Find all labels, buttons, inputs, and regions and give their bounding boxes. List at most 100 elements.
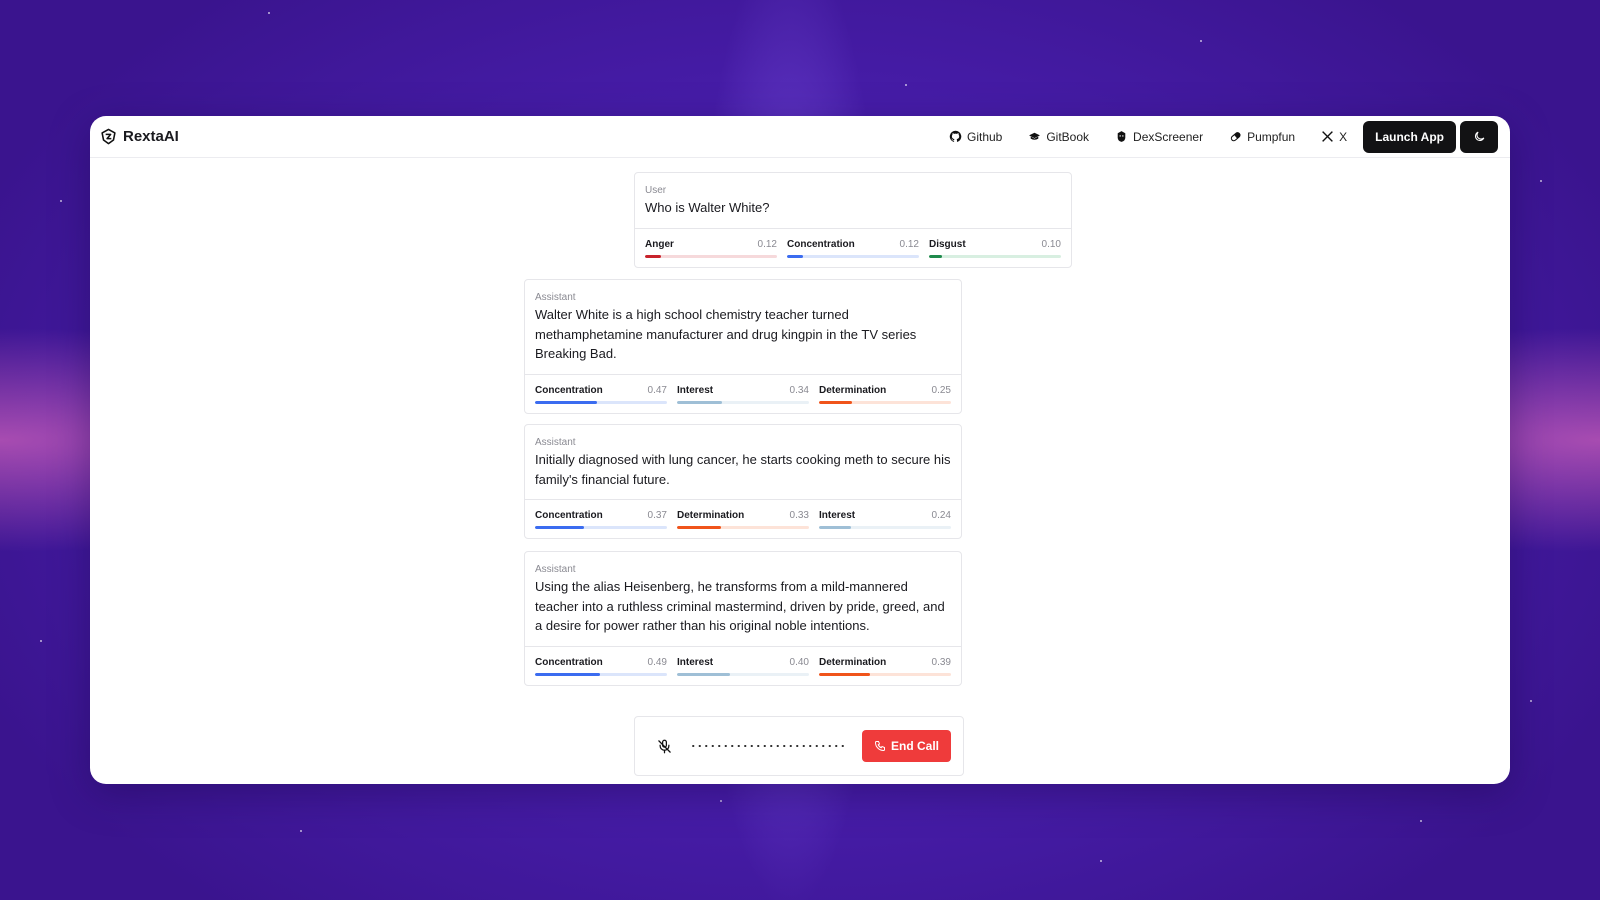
gitbook-icon [1029,132,1041,140]
emotion-bar-fill [677,672,730,676]
emotion-value: 0.37 [647,510,667,521]
emotion-bar [819,526,951,529]
emotion-bar-fill [787,254,803,258]
emotion-value: 0.49 [647,656,667,668]
emotion-bar-fill [819,672,871,676]
emotion-name: Anger [645,238,674,250]
emotion-name: Concentration [535,656,603,668]
emotion-determination: Determination 0.25 [819,385,951,404]
phone-icon [874,741,885,752]
emotion-value: 0.12 [757,238,777,250]
emotion-bar [819,672,951,676]
emotion-bar [645,254,777,258]
emotion-bar [535,526,667,529]
emotion-concentration: Concentration 0.37 [535,510,667,529]
emotion-concentration: Concentration 0.12 [787,239,919,258]
top-navbar: RextaAI Github GitBook DexScreener Pumpf… [90,116,1510,158]
emotion-name: Concentration [535,510,603,521]
emotion-scores: Concentration 0.47 Interest 0.34 Determinati… [525,373,961,413]
emotion-bar-fill [645,254,661,258]
nav-gitbook-link[interactable]: GitBook [1028,130,1089,144]
emotion-bar [787,254,919,258]
nav-dexscreener-label: DexScreener [1133,129,1204,144]
emotion-disgust: Disgust 0.10 [929,239,1061,258]
emotion-bar [535,672,667,676]
emotion-scores: Concentration 0.49 Interest 0.40 Determinati… [525,645,961,685]
brand[interactable]: RextaAI [100,128,179,145]
theme-toggle-button[interactable] [1460,120,1498,153]
emotion-bar-fill [535,400,598,404]
emotion-bar-fill [677,526,721,529]
end-call-button[interactable]: End Call [861,730,951,762]
emotion-value: 0.12 [899,238,919,250]
call-controls: End Call [634,716,964,776]
launch-app-button[interactable]: Launch App [1363,120,1456,153]
emotion-scores: Anger 0.12 Concentration 0.12 Disgust 0.10 [635,227,1071,267]
emotion-name: Determination [819,384,887,396]
emotion-name: Interest [819,510,856,521]
nav-pumpfun-label: Pumpfun [1247,129,1296,144]
emotion-value: 0.47 [647,384,667,396]
emotion-bar-fill [929,254,943,258]
emotion-bar [677,526,809,529]
message-text: Initially diagnosed with lung cancer, he… [535,452,951,487]
emotion-bar [535,400,667,404]
emotion-value: 0.10 [1041,238,1061,250]
x-icon [1322,131,1333,142]
nav-pumpfun-link[interactable]: Pumpfun [1229,130,1295,144]
emotion-determination: Determination 0.39 [819,657,951,676]
message-text: Walter White is a high school chemistry … [535,307,917,361]
message-text: Using the alias Heisenberg, he transform… [535,579,945,633]
message-card-assistant: Assistant Initially diagnosed with lung … [524,424,962,539]
message-role: Assistant [535,292,576,303]
rexta-logo-icon [101,128,116,145]
emotion-bar-fill [535,672,600,676]
nav-dexscreener-link[interactable]: DexScreener [1115,130,1203,144]
emotion-bar [677,672,809,676]
emotion-name: Concentration [535,384,603,396]
pill-icon [1230,132,1241,142]
audio-waveform [690,745,844,747]
emotion-interest: Interest 0.34 [677,385,809,404]
emotion-value: 0.34 [789,384,809,396]
emotion-concentration: Concentration 0.47 [535,385,667,404]
emotion-value: 0.24 [931,510,951,521]
message-card-assistant: Assistant Walter White is a high school … [524,279,962,414]
nav-gitbook-label: GitBook [1046,129,1090,144]
emotion-bar-fill [677,400,722,404]
emotion-bar [929,254,1061,258]
emotion-name: Disgust [929,238,966,250]
message-role: User [645,185,667,196]
emotion-value: 0.33 [789,510,809,521]
emotion-interest: Interest 0.24 [819,510,951,529]
emotion-interest: Interest 0.40 [677,657,809,676]
message-text: Who is Walter White? [645,200,770,215]
github-icon [949,130,962,142]
nav-x-label: X [1339,129,1348,144]
end-call-label: End Call [890,739,939,753]
emotion-bar-fill [819,400,852,404]
emotion-name: Determination [677,510,745,521]
emotion-name: Interest [677,656,714,668]
emotion-value: 0.25 [931,384,951,396]
message-role: Assistant [535,564,576,575]
message-card-user: User Who is Walter White? Anger 0.12 Conce… [634,172,1072,268]
emotion-bar-fill [819,526,851,529]
moon-icon [1474,131,1484,142]
nav-github-label: Github [966,129,1003,144]
emotion-value: 0.39 [931,656,951,668]
emotion-name: Concentration [787,238,855,250]
mic-off-icon[interactable] [657,739,672,754]
nav-x-link[interactable]: X [1321,130,1347,144]
emotion-anger: Anger 0.12 [645,239,777,258]
emotion-determination: Determination 0.33 [677,510,809,529]
message-role: Assistant [535,437,576,448]
emotion-concentration: Concentration 0.49 [535,657,667,676]
dexscreener-icon [1117,131,1126,142]
emotion-bar [677,400,809,404]
message-card-assistant: Assistant Using the alias Heisenberg, he… [524,551,962,686]
emotion-scores: Concentration 0.37 Determination 0.33 Intere… [525,499,961,538]
brand-name: RextaAI [123,128,179,145]
emotion-bar-fill [535,526,584,529]
nav-github-link[interactable]: Github [949,130,1002,144]
